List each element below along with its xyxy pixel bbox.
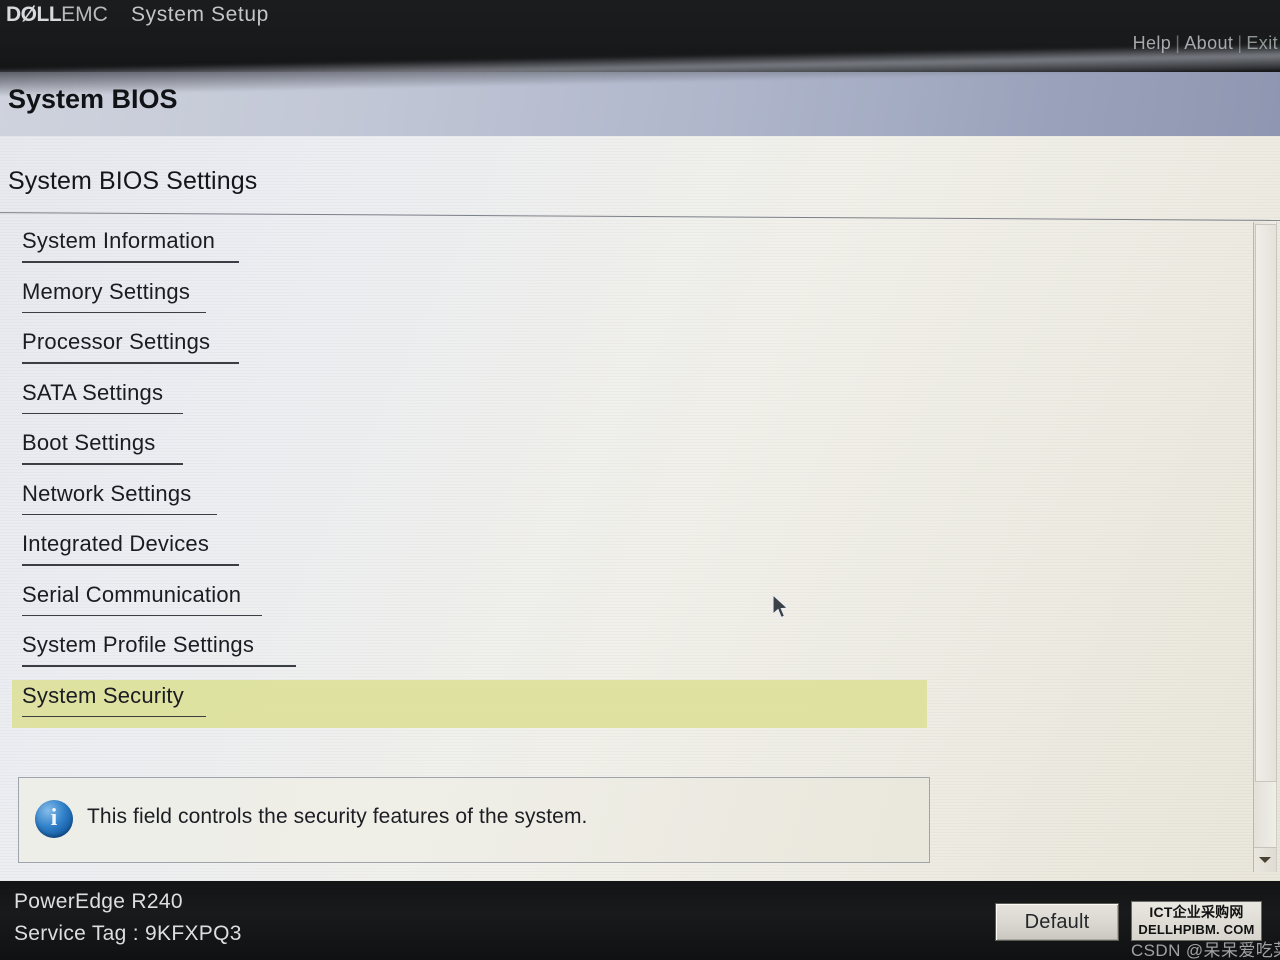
menu-item-underline [22,362,239,364]
dell-wordmark: DØLL [6,3,62,26]
menu-item-label: Integrated Devices [22,531,210,556]
menu-item-underline [22,412,183,414]
menu-item-label: Boot Settings [22,430,156,455]
watermark-badge-line1: ICT企业采购网 [1149,904,1244,920]
menu-item-serial-communication[interactable]: Serial Communication [0,578,940,629]
mouse-pointer-icon [772,593,790,620]
menu-item-memory-settings[interactable]: Memory Settings [0,275,940,326]
info-panel-message: This field controls the security feature… [87,805,588,828]
menu-item-label: Processor Settings [22,329,211,354]
chevron-down-icon [1259,857,1271,863]
default-button[interactable]: Default [995,903,1119,941]
menu-item-underline [22,715,206,717]
menu-item-boot-settings[interactable]: Boot Settings [0,426,940,477]
menu-item-integrated-devices[interactable]: Integrated Devices [0,527,940,578]
menu-item-sata-settings[interactable]: SATA Settings [0,376,940,427]
menu-item-processor-settings[interactable]: Processor Settings [0,325,940,376]
menu-item-label: SATA Settings [22,379,164,405]
info-panel: This field controls the security feature… [18,777,930,863]
menu-item-system-information[interactable]: System Information [0,224,940,275]
system-model: PowerEdge R240 [14,890,183,913]
bios-title-band: System BIOS [0,72,1280,136]
scroll-down-button[interactable] [1254,847,1276,872]
menu-item-underline [22,311,206,313]
scrollbar[interactable] [1253,222,1277,872]
menu-item-underline [22,463,183,465]
menu-item-label: System Information [22,228,216,253]
menu-item-underline [22,513,217,515]
menu-item-label: Network Settings [22,480,192,506]
content-area: System BIOS Settings System Information M… [0,136,1280,881]
menu-item-underline [22,564,239,566]
top-bar: DØLLEMC System Setup Help | About | Exit [0,0,1280,72]
header-divider [0,212,1280,221]
emc-wordmark: EMC [61,3,108,26]
dell-emc-logo: DØLLEMC [6,3,108,27]
screen-glare [0,42,1280,72]
menu-item-label: System Security [22,682,184,708]
page-title: System BIOS Settings [8,167,258,195]
info-icon [35,800,73,838]
watermark-csdn: CSDN @呆呆爱吃菜 [1131,941,1280,960]
menu-item-label: Serial Communication [22,581,242,607]
menu-item-label: Memory Settings [22,278,191,304]
service-tag: Service Tag : 9KFXPQ3 [14,922,242,945]
menu-item-label: System Profile Settings [22,632,255,657]
bios-screen: DØLLEMC System Setup Help | About | Exit Sys… [0,0,1280,960]
menu-item-underline [22,261,239,263]
settings-menu: System Information Memory Settings Process… [0,224,940,729]
app-title: System Setup [131,3,269,26]
scrollbar-thumb[interactable] [1255,224,1277,782]
menu-item-underline [22,665,296,667]
menu-item-system-security[interactable]: System Security [0,679,940,730]
menu-item-network-settings[interactable]: Network Settings [0,477,940,528]
bios-band-title: System BIOS [8,84,178,114]
menu-item-system-profile-settings[interactable]: System Profile Settings [0,628,940,679]
watermark-badge: ICT企业采购网 DELLHPIBM. COM [1131,901,1262,941]
menu-item-underline [22,614,262,616]
